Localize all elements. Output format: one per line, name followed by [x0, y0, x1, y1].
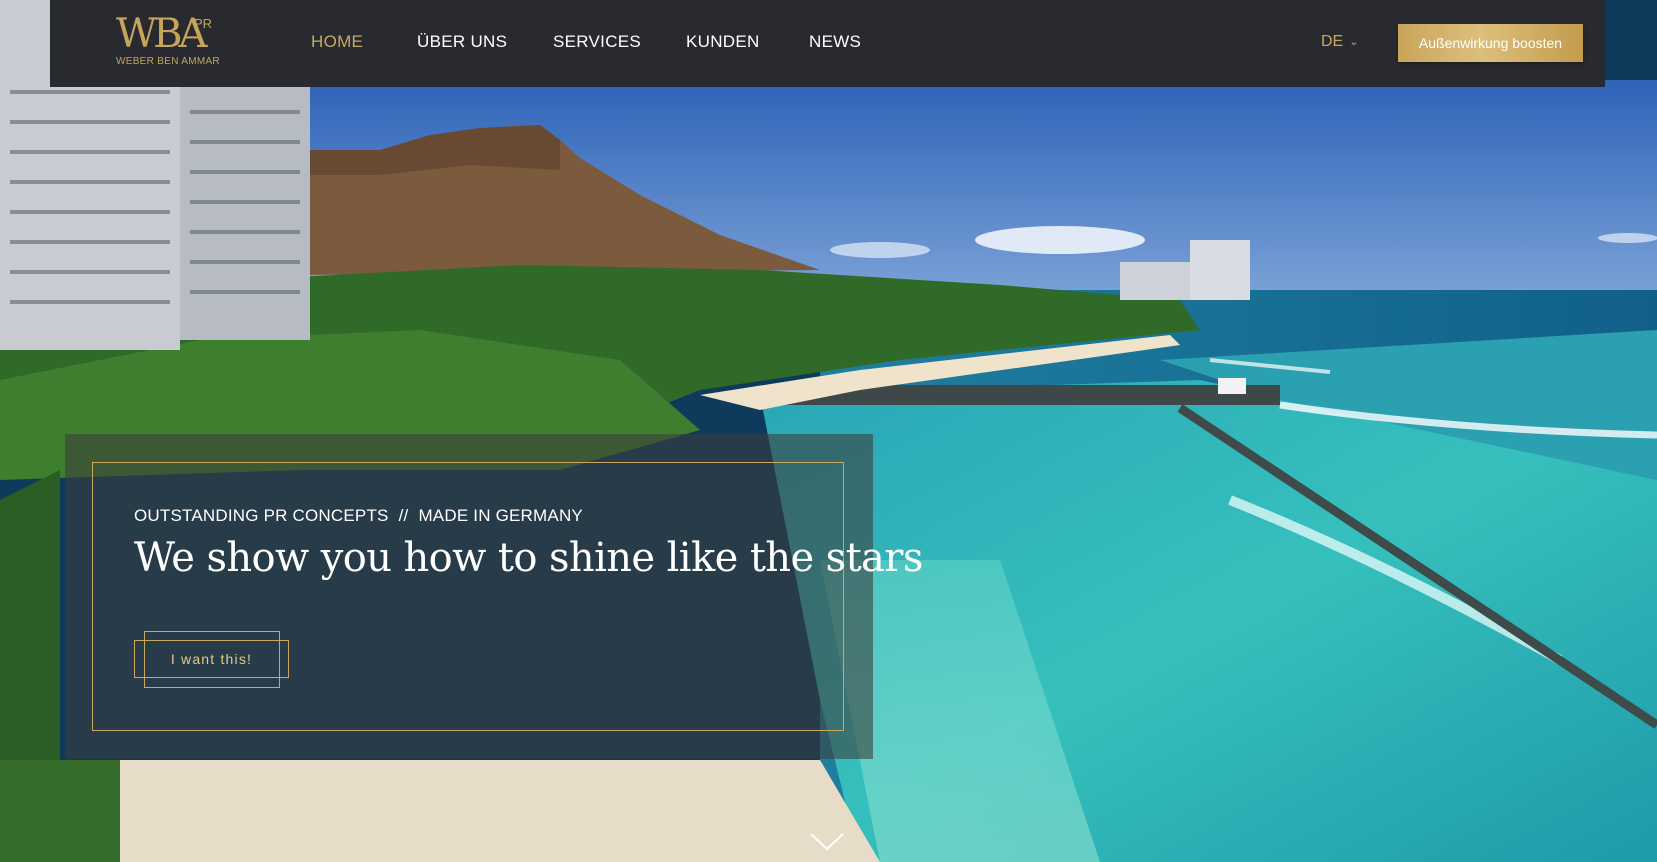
hero-eyebrow: OUTSTANDING PR CONCEPTS // MADE IN GERMANY	[134, 506, 583, 526]
nav-item-news[interactable]: NEWS	[809, 32, 861, 52]
eyebrow-left: OUTSTANDING PR CONCEPTS	[134, 506, 389, 525]
site-header: WBA PR WEBER BEN AMMAR HOME ÜBER UNS SER…	[50, 0, 1605, 87]
nav-item-kunden[interactable]: KUNDEN	[686, 32, 760, 52]
hero-headline: We show you how to shine like the stars	[134, 535, 923, 581]
eyebrow-right: MADE IN GERMANY	[418, 506, 583, 525]
chevron-down-icon[interactable]	[810, 832, 844, 852]
hero-panel: OUTSTANDING PR CONCEPTS // MADE IN GERMANY…	[65, 434, 923, 759]
eyebrow-separator: //	[398, 506, 409, 525]
logo-superscript: PR	[194, 16, 213, 31]
language-selector[interactable]: DE ⌄	[1321, 33, 1358, 51]
logo-subtitle: WEBER BEN AMMAR	[116, 56, 220, 67]
nav-item-home[interactable]: HOME	[311, 32, 363, 52]
wba-pr-logo[interactable]: WBA PR WEBER BEN AMMAR	[116, 14, 226, 70]
language-label: DE	[1321, 33, 1344, 50]
boost-cta-button[interactable]: Außenwirkung boosten	[1398, 24, 1583, 62]
hero-gold-frame	[92, 462, 844, 731]
nav-item-services[interactable]: SERVICES	[553, 32, 641, 52]
logo-mark: WBA	[116, 11, 207, 57]
nav-item-ueber-uns[interactable]: ÜBER UNS	[417, 32, 507, 52]
chevron-down-icon: ⌄	[1349, 36, 1359, 48]
i-want-this-button[interactable]: I want this!	[134, 640, 289, 678]
